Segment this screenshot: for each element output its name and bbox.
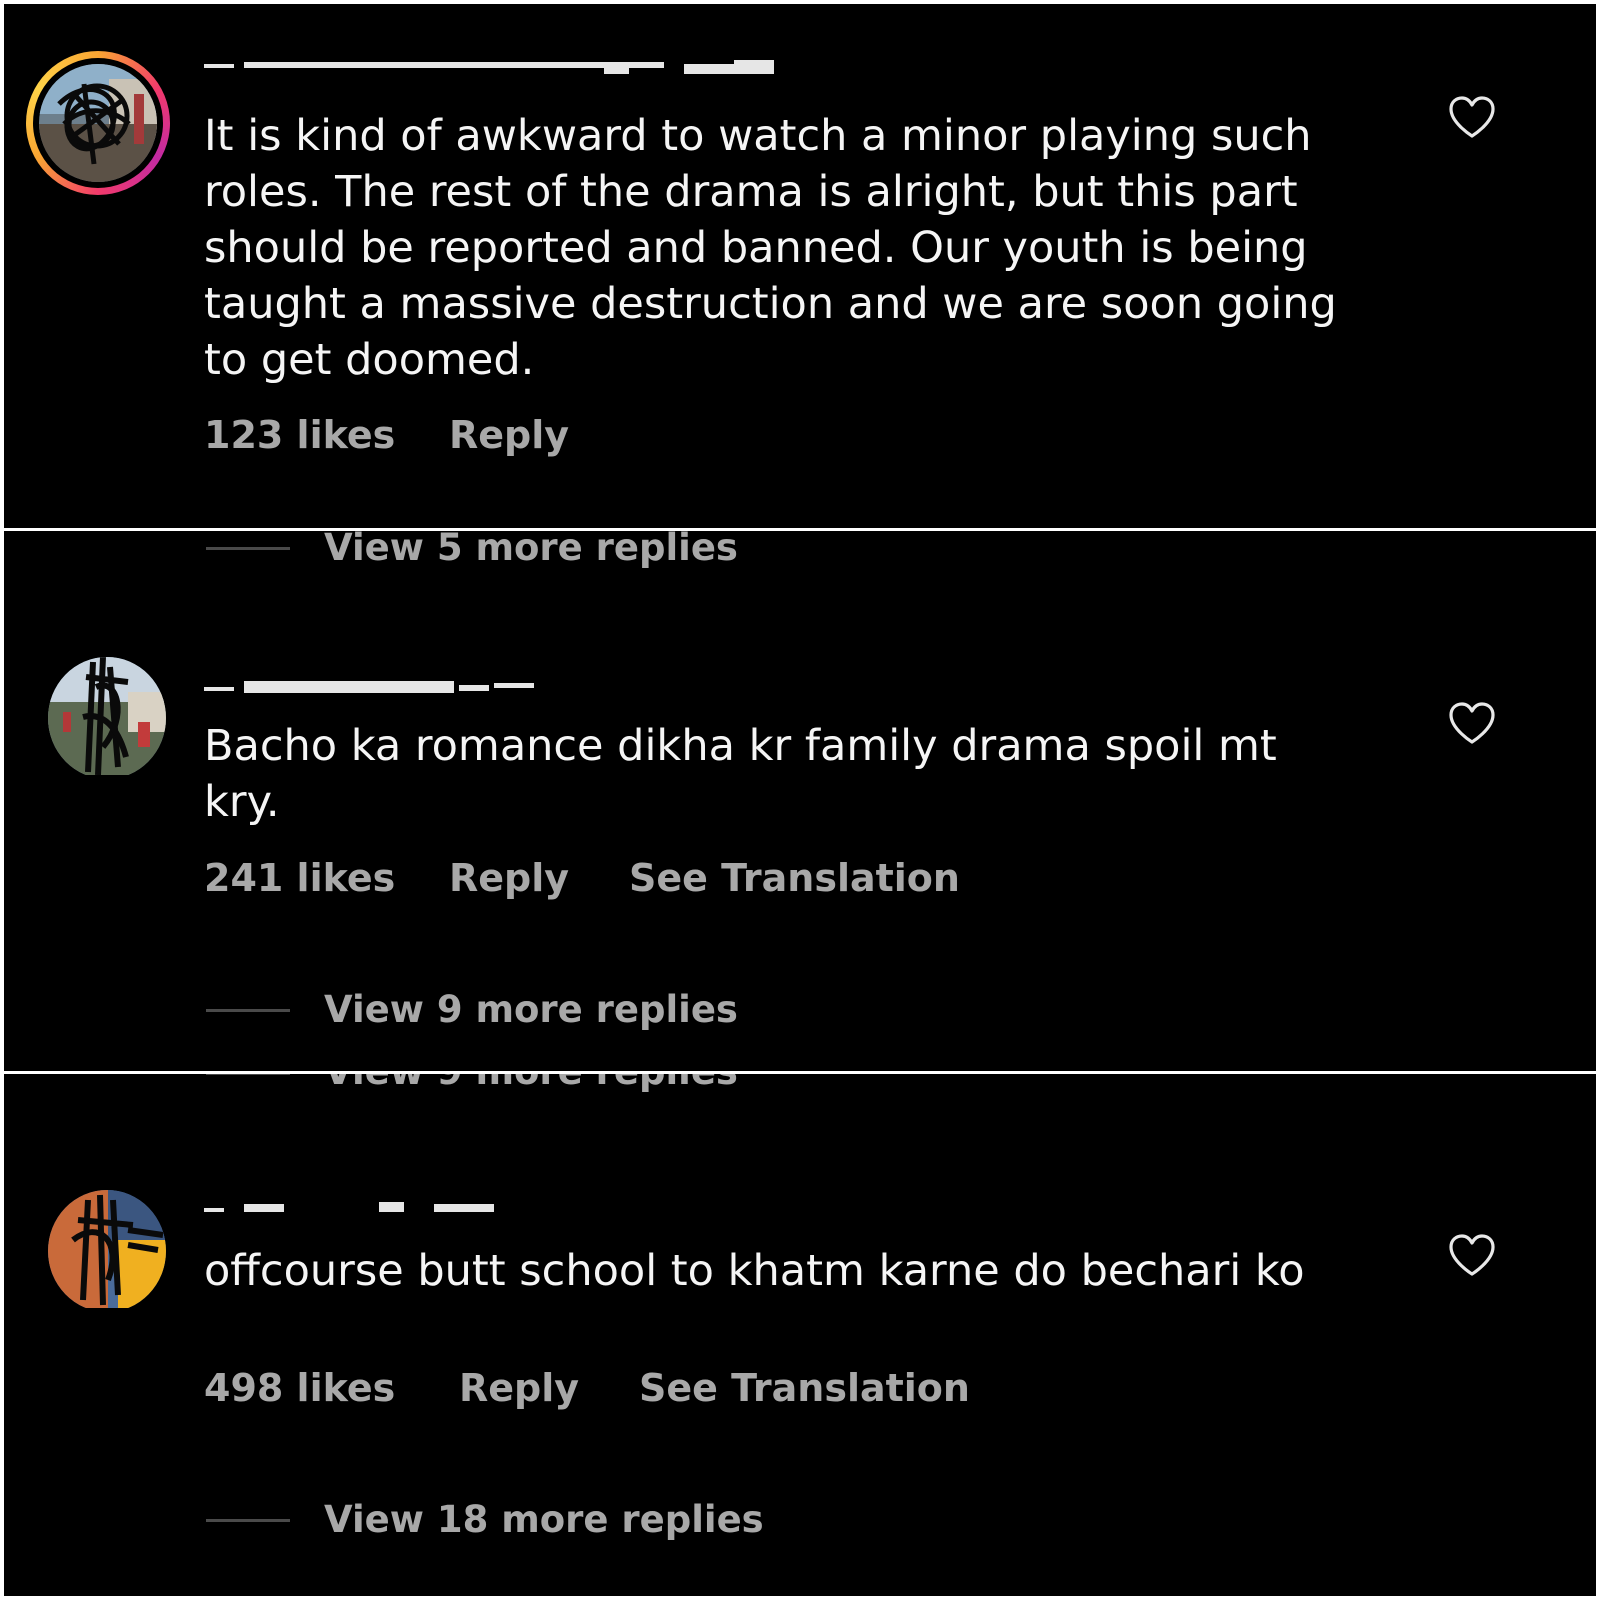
comment-text: Bacho ka romance dikha kr family drama s… xyxy=(204,721,1277,827)
comment-meta: 241 likes Reply See Translation xyxy=(204,853,1004,903)
comment-text: It is kind of awkward to watch a minor p… xyxy=(204,111,1337,385)
reply-button[interactable]: Reply xyxy=(449,410,569,460)
reply-thread-line xyxy=(206,547,290,550)
avatar xyxy=(39,64,157,182)
comment-panel-1: It is kind of awkward to watch a minor p… xyxy=(4,4,1596,528)
view-more-replies[interactable]: View 5 more replies xyxy=(206,531,766,572)
story-ring-avatar[interactable] xyxy=(26,51,170,195)
heart-outline-icon[interactable] xyxy=(1448,701,1496,745)
view-more-replies-partial: View 9 more replies xyxy=(324,1074,738,1096)
heart-outline-icon[interactable] xyxy=(1448,1233,1496,1277)
reply-thread-line xyxy=(206,1009,290,1012)
avatar[interactable] xyxy=(48,1190,166,1312)
see-translation-button[interactable]: See Translation xyxy=(639,1363,970,1413)
view-more-replies[interactable]: View 9 more replies xyxy=(206,986,766,1034)
heart-outline-icon[interactable] xyxy=(1448,95,1496,139)
see-translation-button[interactable]: See Translation xyxy=(629,853,960,903)
avatar[interactable] xyxy=(48,657,166,779)
reply-thread-line xyxy=(206,1074,290,1075)
username-redacted[interactable] xyxy=(204,1194,524,1216)
view-more-replies[interactable]: View 18 more replies xyxy=(206,1496,766,1544)
like-count[interactable]: 498 likes xyxy=(204,1363,395,1413)
reply-button[interactable]: Reply xyxy=(459,1363,579,1413)
comment-panel-3: View 9 more replies offcourse butt schoo… xyxy=(4,1074,1596,1596)
reply-thread-line xyxy=(206,1519,290,1522)
username-redacted[interactable] xyxy=(204,52,784,74)
comment-meta: 123 likes Reply xyxy=(204,410,704,460)
like-count[interactable]: 241 likes xyxy=(204,853,395,903)
comment-text: offcourse butt school to khatm karne do … xyxy=(204,1246,1305,1296)
like-count[interactable]: 123 likes xyxy=(204,410,395,460)
comment-meta: 498 likes Reply See Translation xyxy=(204,1363,1004,1413)
reply-button[interactable]: Reply xyxy=(449,853,569,903)
username-redacted[interactable] xyxy=(204,675,544,697)
comment-panel-2: View 5 more replies Bacho ka romance dik… xyxy=(4,531,1596,1071)
